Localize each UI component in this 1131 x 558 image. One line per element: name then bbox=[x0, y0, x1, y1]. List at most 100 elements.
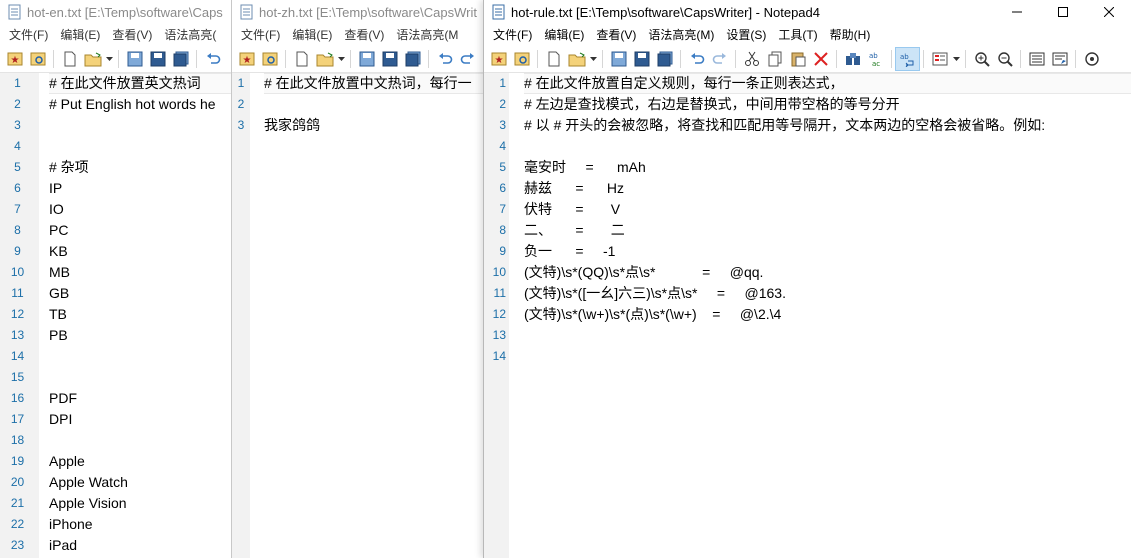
text-line[interactable]: # 以 # 开头的会被忽略，将查找和匹配用等号隔开，文本两边的空格会被省略。例如… bbox=[524, 115, 1131, 136]
undo-icon[interactable] bbox=[201, 48, 224, 70]
text-line[interactable]: PB bbox=[49, 325, 236, 346]
new-file-icon[interactable] bbox=[58, 48, 81, 70]
open-favorites-icon[interactable] bbox=[258, 48, 281, 70]
undo-icon[interactable] bbox=[433, 48, 456, 70]
menu-tools[interactable]: 工具(T) bbox=[772, 24, 823, 46]
text-line[interactable]: Apple Watch bbox=[49, 472, 236, 493]
menu-file[interactable]: 文件(F) bbox=[487, 24, 538, 46]
close-icon[interactable] bbox=[1086, 0, 1131, 24]
text-line[interactable]: Apple bbox=[49, 451, 236, 472]
text-line[interactable]: # 在此文件放置英文热词 bbox=[49, 73, 236, 94]
open-favorites-icon[interactable] bbox=[510, 48, 533, 70]
menu-view[interactable]: 查看(V) bbox=[590, 24, 642, 46]
editor-window-hot-rule[interactable]: hot-rule.txt [E:\Temp\software\CapsWrite… bbox=[483, 0, 1131, 558]
text-line[interactable]: GB bbox=[49, 283, 236, 304]
chevron-down-icon[interactable] bbox=[588, 48, 598, 70]
chevron-down-icon[interactable] bbox=[336, 48, 346, 70]
text-line[interactable]: iPad bbox=[49, 535, 236, 556]
editor-area[interactable]: 1 2 3 # 在此文件放置中文热词，每行一 我家鸽鸽 bbox=[232, 73, 484, 558]
zoom-in-icon[interactable] bbox=[970, 48, 993, 70]
new-file-icon[interactable] bbox=[290, 48, 313, 70]
text-line[interactable]: IO bbox=[49, 199, 236, 220]
copy-icon[interactable] bbox=[763, 48, 786, 70]
save-copy-icon[interactable] bbox=[653, 48, 676, 70]
save-icon[interactable] bbox=[123, 48, 146, 70]
text-line[interactable]: 毫安时 = mAh bbox=[524, 157, 1131, 178]
text-line[interactable]: # 左边是查找模式，右边是替换式，中间用带空格的等号分开 bbox=[524, 94, 1131, 115]
menu-edit[interactable]: 编辑(E) bbox=[54, 24, 106, 46]
text-line[interactable]: (文特)\s*([一幺]六三)\s*点\s* = @163. bbox=[524, 283, 1131, 304]
text-line[interactable]: KB bbox=[49, 241, 236, 262]
menu-syntax[interactable]: 语法高亮(M) bbox=[642, 24, 720, 46]
cut-icon[interactable] bbox=[740, 48, 763, 70]
text-line[interactable] bbox=[524, 346, 1131, 367]
menu-view[interactable]: 查看(V) bbox=[106, 24, 158, 46]
view-options-icon[interactable] bbox=[1048, 48, 1071, 70]
text-line[interactable]: (文特)\s*(QQ)\s*点\s* = @qq. bbox=[524, 262, 1131, 283]
open-folder-icon[interactable] bbox=[313, 48, 336, 70]
text-line[interactable]: Apple Vision bbox=[49, 493, 236, 514]
editor-area[interactable]: 1 2 3 4 5 6 7 8 9 10 11 12 13 14 # 在此文件放… bbox=[484, 73, 1131, 558]
maximize-icon[interactable] bbox=[1040, 0, 1086, 24]
favorites-icon[interactable]: ★ bbox=[487, 48, 510, 70]
text-line[interactable]: IP bbox=[49, 178, 236, 199]
editor-window-hot-en[interactable]: hot-en.txt [E:\Temp\software\Caps 文件(F) … bbox=[0, 0, 236, 558]
save-copy-icon[interactable] bbox=[401, 48, 424, 70]
save-icon[interactable] bbox=[355, 48, 378, 70]
menu-file[interactable]: 文件(F) bbox=[235, 24, 286, 46]
menu-syntax[interactable]: 语法高亮(M bbox=[390, 24, 464, 46]
text-line[interactable]: # 在此文件放置中文热词，每行一 bbox=[264, 73, 484, 94]
zoom-out-icon[interactable] bbox=[993, 48, 1016, 70]
menu-edit[interactable]: 编辑(E) bbox=[286, 24, 338, 46]
text-line[interactable] bbox=[524, 325, 1131, 346]
text-line[interactable]: 伏特 = V bbox=[524, 199, 1131, 220]
menu-help[interactable]: 帮助(H) bbox=[824, 24, 877, 46]
chevron-down-icon[interactable] bbox=[104, 48, 114, 70]
minimize-icon[interactable] bbox=[994, 0, 1040, 24]
delete-icon[interactable] bbox=[809, 48, 832, 70]
text-line[interactable]: 负一 = -1 bbox=[524, 241, 1131, 262]
text-line[interactable]: iPhone bbox=[49, 514, 236, 535]
save-copy-icon[interactable] bbox=[169, 48, 192, 70]
text-line[interactable]: PC bbox=[49, 220, 236, 241]
menu-settings[interactable]: 设置(S) bbox=[720, 24, 772, 46]
text-line[interactable] bbox=[49, 346, 236, 367]
text-line[interactable]: # 杂项 bbox=[49, 157, 236, 178]
title-bar[interactable]: hot-rule.txt [E:\Temp\software\CapsWrite… bbox=[484, 0, 1131, 24]
text-line[interactable] bbox=[49, 136, 236, 157]
text-content[interactable]: # 在此文件放置自定义规则，每行一条正则表达式， # 左边是查找模式，右边是替换… bbox=[509, 73, 1131, 558]
title-bar[interactable]: hot-zh.txt [E:\Temp\software\CapsWrit bbox=[232, 0, 484, 24]
line-numbers-icon[interactable] bbox=[1025, 48, 1048, 70]
menu-edit[interactable]: 编辑(E) bbox=[538, 24, 590, 46]
paste-icon[interactable] bbox=[786, 48, 809, 70]
editor-window-hot-zh[interactable]: hot-zh.txt [E:\Temp\software\CapsWrit 文件… bbox=[231, 0, 484, 558]
text-line[interactable]: (文特)\s*(\w+)\s*(点)\s*(\w+) = @\2.\4 bbox=[524, 304, 1131, 325]
title-bar[interactable]: hot-en.txt [E:\Temp\software\Caps bbox=[0, 0, 236, 24]
save-icon[interactable] bbox=[607, 48, 630, 70]
chevron-down-icon[interactable] bbox=[951, 48, 961, 70]
text-line[interactable]: 二、 = 二 bbox=[524, 220, 1131, 241]
new-file-icon[interactable] bbox=[542, 48, 565, 70]
save-as-icon[interactable] bbox=[630, 48, 653, 70]
menu-view[interactable]: 查看(V) bbox=[338, 24, 390, 46]
replace-icon[interactable]: ab ac bbox=[864, 48, 887, 70]
favorites-icon[interactable]: ★ bbox=[3, 48, 26, 70]
text-line[interactable] bbox=[49, 367, 236, 388]
settings-icon[interactable] bbox=[1080, 48, 1103, 70]
scheme-icon[interactable] bbox=[928, 48, 951, 70]
text-line[interactable] bbox=[264, 94, 484, 115]
favorites-icon[interactable]: ★ bbox=[235, 48, 258, 70]
open-favorites-icon[interactable] bbox=[26, 48, 49, 70]
editor-area[interactable]: 1 2 3 4 5 6 7 8 9 10 11 12 13 14 15 16 1… bbox=[0, 73, 236, 558]
text-line[interactable] bbox=[49, 115, 236, 136]
text-line[interactable] bbox=[524, 136, 1131, 157]
menu-file[interactable]: 文件(F) bbox=[3, 24, 54, 46]
open-folder-icon[interactable] bbox=[565, 48, 588, 70]
text-line[interactable]: # 在此文件放置自定义规则，每行一条正则表达式， bbox=[524, 73, 1131, 94]
redo-icon[interactable] bbox=[708, 48, 731, 70]
open-folder-icon[interactable] bbox=[81, 48, 104, 70]
word-wrap-icon[interactable]: ab bbox=[895, 47, 920, 71]
text-line[interactable]: DPI bbox=[49, 409, 236, 430]
undo-icon[interactable] bbox=[685, 48, 708, 70]
text-content[interactable]: # 在此文件放置中文热词，每行一 我家鸽鸽 bbox=[250, 73, 484, 558]
